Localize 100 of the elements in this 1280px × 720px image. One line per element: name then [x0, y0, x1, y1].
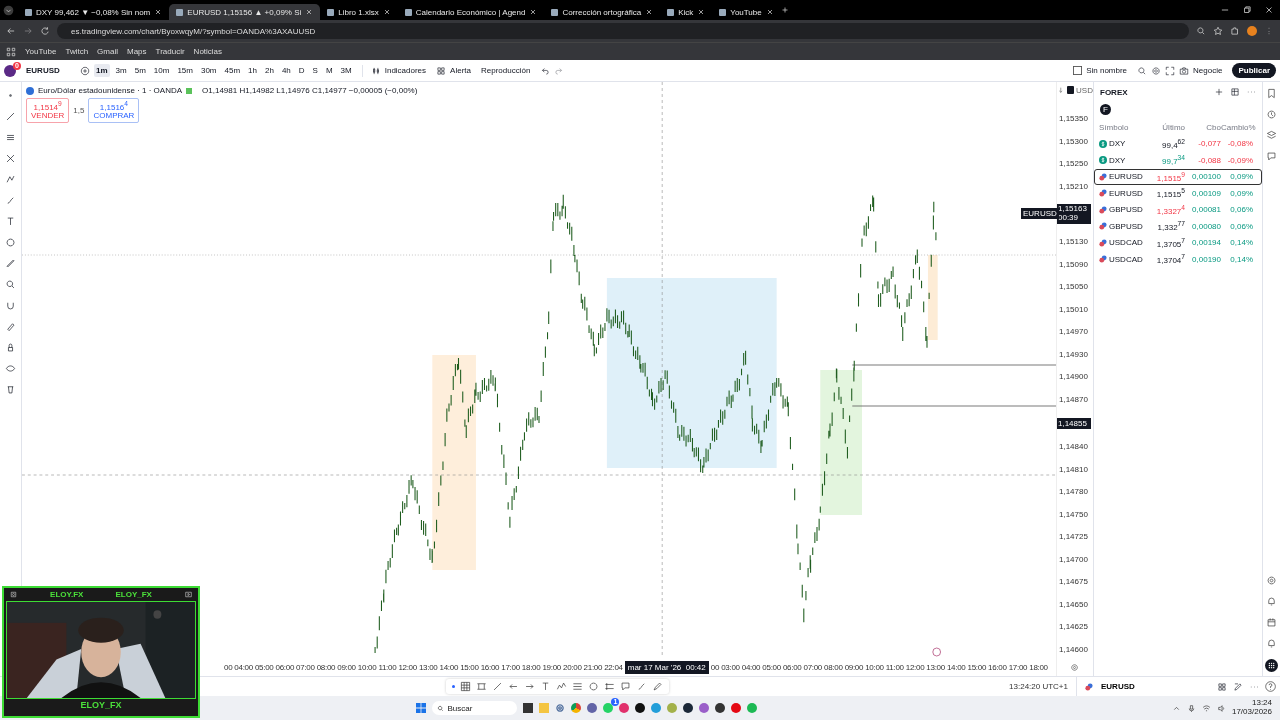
details-symbol[interactable]: EURUSD	[1101, 682, 1135, 691]
pen-icon[interactable]	[652, 681, 664, 692]
symbol-search-field[interactable]: EURUSD	[20, 66, 76, 75]
edit-icon[interactable]	[1233, 681, 1243, 692]
bell-icon[interactable]	[1266, 638, 1277, 649]
apps-icon[interactable]	[6, 46, 16, 57]
interval-button[interactable]: 1m	[94, 64, 110, 77]
close-icon[interactable]	[645, 8, 654, 16]
interval-button[interactable]: 3M	[338, 64, 354, 77]
target-icon[interactable]	[1266, 575, 1277, 586]
wifi-icon[interactable]	[1201, 703, 1211, 713]
sell-button[interactable]: 1,1514$^{9}$ VENDER	[26, 98, 70, 124]
settings-icon[interactable]	[1070, 663, 1079, 672]
watchlist-title[interactable]: FOREX	[1100, 87, 1128, 97]
indicators-button[interactable]: Indicadores	[384, 66, 427, 75]
forward-icon[interactable]	[23, 26, 33, 36]
bookmark-link[interactable]: Twitch	[65, 47, 89, 56]
settings-icon[interactable]	[1151, 65, 1162, 76]
browser-tab[interactable]: Kick	[660, 4, 713, 20]
taskbar-search-field[interactable]: Buscar	[432, 701, 518, 715]
browser-tab[interactable]: Calendario Económico | Agend	[397, 4, 545, 20]
arrow-right-icon[interactable]	[524, 681, 536, 692]
puzzle-icon[interactable]	[1230, 26, 1240, 36]
sync-icon[interactable]	[1066, 86, 1075, 94]
chat-icon[interactable]	[1266, 151, 1277, 162]
fullscreen-icon[interactable]	[1165, 65, 1176, 76]
watchlist-row[interactable]: EURUSD 1,1515$^{9}$ 0,00100 0,09%	[1094, 168, 1262, 185]
eye-icon[interactable]	[5, 363, 16, 374]
watchlist-row[interactable]: DXY 99,4$^{62}$ -0,077 -0,08%	[1094, 135, 1262, 152]
gear-icon[interactable]	[555, 703, 566, 713]
alarm-clock-icon[interactable]	[1266, 109, 1277, 120]
checkbox[interactable]	[1073, 66, 1083, 75]
add-icon[interactable]	[1214, 87, 1224, 97]
app-icon[interactable]	[683, 703, 694, 713]
magnet-icon[interactable]	[5, 300, 16, 311]
line-tool-icon[interactable]	[492, 681, 504, 692]
publish-button[interactable]: Publicar	[1232, 63, 1276, 78]
restore-icon[interactable]	[1242, 5, 1252, 15]
close-icon[interactable]	[305, 8, 314, 16]
browser-tab[interactable]: Libro 1.xlsx	[320, 4, 398, 20]
watchlist-row[interactable]: GBPUSD 1,332$^{77}$ 0,00080 0,06%	[1094, 218, 1262, 235]
frame-icon[interactable]	[476, 681, 488, 692]
interval-button[interactable]: S	[310, 64, 320, 77]
tab-search-icon[interactable]	[3, 4, 14, 16]
close-icon[interactable]	[382, 8, 391, 16]
column-header[interactable]: Último	[1145, 122, 1185, 132]
lines-icon[interactable]	[572, 681, 584, 692]
watchlist-row[interactable]: EURUSD 1,1515$^{5}$ 0,00109 0,09%	[1094, 185, 1262, 202]
replay-button[interactable]: Reproducción	[480, 66, 531, 75]
lock-icon[interactable]	[5, 342, 16, 353]
microphone-icon[interactable]	[1186, 703, 1196, 713]
interval-button[interactable]: 10m	[151, 64, 172, 77]
event-icon[interactable]	[932, 647, 941, 657]
address-field[interactable]: es.tradingview.com/chart/ByoxwqyM/?symbol=OANDA%3AXAUUSD	[57, 23, 1189, 39]
candles-icon[interactable]	[370, 65, 381, 76]
close-icon[interactable]	[154, 8, 163, 16]
bookmark-link[interactable]: Maps	[127, 47, 147, 56]
browser-tab[interactable]: Corrección ortográfica	[544, 4, 661, 20]
layers-icon[interactable]	[1266, 130, 1277, 141]
user-avatar[interactable]	[4, 64, 16, 77]
ruler-icon[interactable]	[5, 258, 16, 269]
bookmark-link[interactable]: Gmail	[97, 47, 118, 56]
interval-button[interactable]: 15m	[175, 64, 195, 77]
new-tab-icon[interactable]	[780, 6, 789, 14]
close-icon[interactable]	[1264, 5, 1274, 15]
layout-icon[interactable]	[1217, 681, 1227, 692]
line-tool-icon[interactable]	[5, 111, 16, 122]
alert-button[interactable]: Alerta	[450, 66, 471, 75]
windows-logo-icon[interactable]	[416, 703, 427, 713]
trade-button[interactable]: Negocie	[1193, 66, 1223, 75]
table-icon[interactable]	[1230, 87, 1240, 97]
watchlist-row[interactable]: USDCAD 1,3705$^{7}$ 0,00194 0,14%	[1094, 234, 1262, 251]
watchlist-row[interactable]: USDCAD 1,3704$^{7}$ 0,00190 0,14%	[1094, 251, 1262, 268]
list-icon[interactable]	[604, 681, 616, 692]
flag-badge[interactable]: F	[1100, 104, 1111, 115]
bell-icon[interactable]	[1266, 596, 1277, 607]
close-icon[interactable]	[765, 8, 774, 16]
bookmark-icon[interactable]	[1266, 88, 1277, 99]
app-icon[interactable]	[523, 703, 534, 713]
speaker-icon[interactable]	[1216, 703, 1226, 713]
app-icon[interactable]	[715, 703, 726, 713]
taskbar-clock[interactable]: 13:24 17/03/2026	[1231, 699, 1272, 717]
wave-icon[interactable]	[556, 681, 568, 692]
grid-icon[interactable]	[460, 681, 472, 692]
zoom-icon[interactable]	[5, 279, 16, 290]
browser-tab[interactable]: YouTube	[712, 4, 781, 20]
drag-handle[interactable]	[452, 685, 456, 688]
watchlist-row[interactable]: DXY 99,7$^{34}$ -0,088 -0,09%	[1094, 152, 1262, 169]
add-symbol-icon[interactable]	[80, 65, 90, 76]
cross-icon[interactable]	[5, 153, 16, 164]
shapes-icon[interactable]	[5, 174, 16, 185]
buy-button[interactable]: 1,1516$^{4}$ COMPRAR	[88, 98, 140, 124]
help-icon[interactable]	[1265, 681, 1276, 692]
bookmark-link[interactable]: YouTube	[25, 47, 57, 56]
comment-icon[interactable]	[620, 681, 632, 692]
interval-button[interactable]: 2h	[262, 64, 276, 77]
currency-selector[interactable]: USD	[1076, 85, 1093, 95]
app-icon[interactable]	[635, 703, 646, 713]
close-icon[interactable]	[529, 8, 538, 16]
camera-icon[interactable]	[1179, 65, 1190, 76]
